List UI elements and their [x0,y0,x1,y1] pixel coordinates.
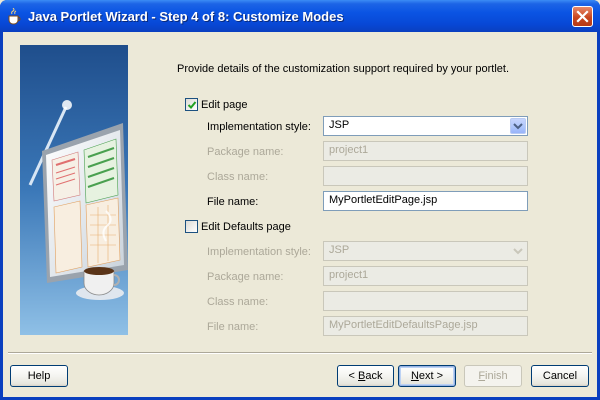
finish-rest: inish [485,370,508,382]
edit-defaults-impl-style-label: Implementation style: [207,246,311,258]
edit-page-file-field[interactable]: MyPortletEditPage.jsp [323,191,528,211]
wizard-illustration [20,45,128,335]
cancel-button[interactable]: Cancel [531,365,589,387]
dropdown-button[interactable] [510,243,526,259]
dropdown-button[interactable] [510,118,526,134]
help-button[interactable]: Help [10,365,68,387]
edit-defaults-class-label: Class name: [207,296,269,308]
edit-page-impl-style-value: JSP [329,119,350,131]
edit-defaults-package-label: Package name: [207,271,284,283]
edit-page-package-label: Package name: [207,146,284,158]
chevron-down-icon [513,123,523,130]
edit-defaults-file-label: File name: [207,321,259,333]
title-bar[interactable]: Java Portlet Wizard - Step 4 of 8: Custo… [0,0,600,32]
edit-page-label: Edit page [201,99,248,111]
next-mnemonic: N [410,370,419,382]
dialog-body: Provide details of the customization sup… [3,32,597,397]
edit-page-package-field[interactable]: project1 [323,141,528,161]
wizard-window: Java Portlet Wizard - Step 4 of 8: Custo… [0,0,600,400]
edit-defaults-file-field[interactable]: MyPortletEditDefaultsPage.jsp [323,316,528,336]
finish-button[interactable]: Finish [464,365,522,387]
chevron-down-icon [513,248,523,255]
next-rest: ext > [418,370,444,382]
window-title: Java Portlet Wizard - Step 4 of 8: Custo… [28,9,344,24]
java-cup-icon [8,8,21,25]
edit-page-impl-style-label: Implementation style: [207,121,311,133]
back-prefix: < [348,370,358,382]
edit-defaults-page-label: Edit Defaults page [201,221,291,233]
button-bar-separator [8,352,592,354]
edit-page-file-label: File name: [207,196,259,208]
help-button-label: Help [27,370,51,382]
back-button[interactable]: < Back [337,365,394,387]
close-button[interactable] [572,6,593,27]
checkmark-icon [187,101,197,109]
edit-page-checkbox[interactable] [185,98,198,111]
cancel-button-label: Cancel [542,370,578,382]
edit-defaults-page-checkbox[interactable] [185,220,198,233]
edit-defaults-package-field[interactable]: project1 [323,266,528,286]
edit-page-impl-style-select[interactable]: JSP [323,116,528,136]
edit-defaults-impl-style-value: JSP [329,244,350,256]
back-rest: ack [365,370,383,382]
edit-defaults-class-field[interactable] [323,291,528,311]
next-button[interactable]: Next > [398,365,456,387]
close-icon [576,10,589,23]
intro-text: Provide details of the customization sup… [177,63,510,75]
edit-page-class-label: Class name: [207,171,269,183]
edit-defaults-impl-style-select[interactable]: JSP [323,241,528,261]
edit-page-class-field[interactable] [323,166,528,186]
